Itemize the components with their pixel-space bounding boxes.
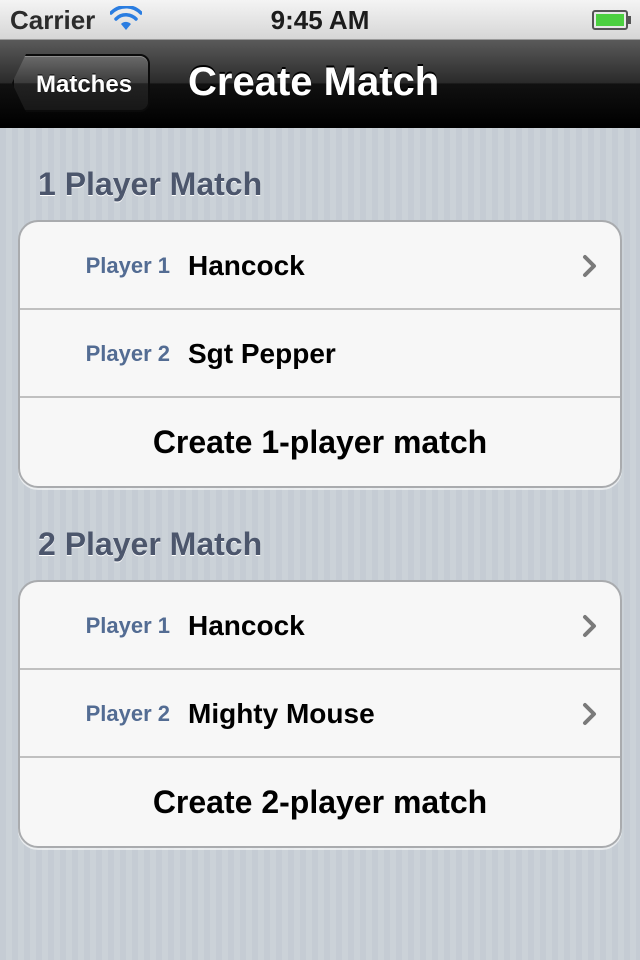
one-player-match-group: Player 1 Hancock Player 2 Sgt Pepper Cre… (18, 220, 622, 488)
player-2-value: Mighty Mouse (188, 698, 375, 729)
player-2-value: Sgt Pepper (188, 338, 336, 369)
player-1-label: Player 1 (85, 613, 170, 638)
chevron-right-icon (583, 255, 596, 277)
status-bar: Carrier 9:45 AM (0, 0, 640, 40)
player-1-label: Player 1 (85, 253, 170, 278)
create-2-player-match-label: Create 2-player match (152, 784, 488, 820)
section-header-1-player: 1 Player Match (38, 166, 263, 202)
section-header-2-player: 2 Player Match (38, 526, 263, 562)
player-2-label: Player 2 (85, 701, 170, 726)
player-2-row[interactable]: Player 2 Mighty Mouse (20, 670, 620, 758)
player-1-value: Hancock (188, 610, 305, 641)
create-1-player-match-button[interactable]: Create 1-player match (20, 398, 620, 486)
chevron-right-icon (583, 615, 596, 637)
player-1-row[interactable]: Player 1 Hancock (20, 582, 620, 670)
chevron-right-icon (583, 703, 596, 725)
player-2-row: Player 2 Sgt Pepper (20, 310, 620, 398)
page-title: Create Match (188, 60, 440, 104)
status-time: 9:45 AM (270, 5, 370, 35)
player-2-label: Player 2 (85, 341, 170, 366)
player-1-value: Hancock (188, 250, 305, 281)
create-2-player-match-button[interactable]: Create 2-player match (20, 758, 620, 846)
battery-full-icon (592, 10, 631, 30)
player-1-row[interactable]: Player 1 Hancock (20, 222, 620, 310)
two-player-match-group: Player 1 Hancock Player 2 Mighty Mouse C… (18, 580, 622, 848)
create-1-player-match-label: Create 1-player match (152, 424, 488, 460)
back-button-matches[interactable]: Matches (12, 54, 150, 112)
navigation-bar: Matches Create Match (0, 40, 640, 128)
